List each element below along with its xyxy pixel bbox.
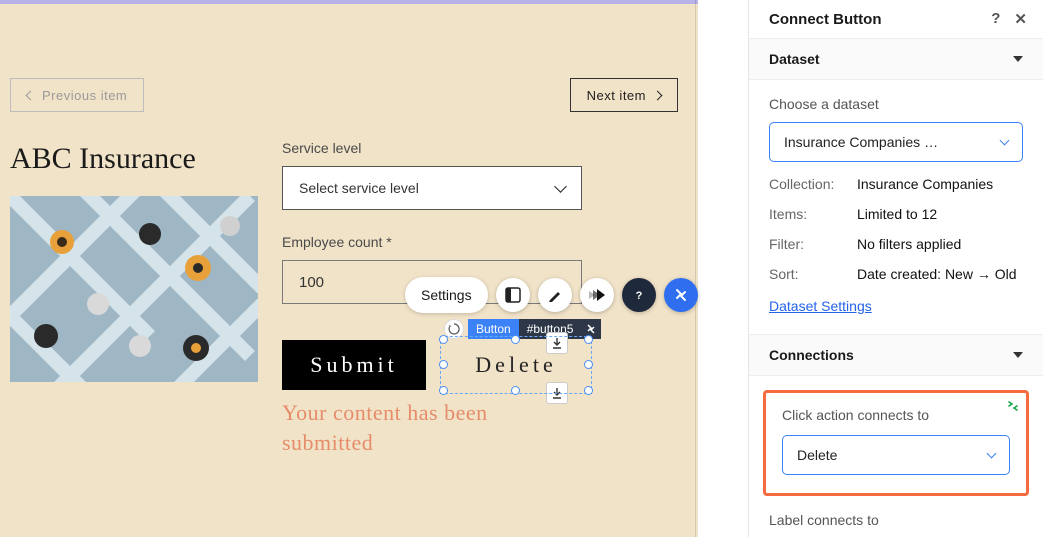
- previous-item-button[interactable]: Previous item: [10, 78, 144, 112]
- animation-icon[interactable]: [580, 278, 614, 312]
- click-action-label: Click action connects to: [782, 407, 1010, 423]
- help-icon[interactable]: ?: [622, 278, 656, 312]
- chevron-down-icon: [987, 448, 997, 458]
- resize-handle[interactable]: [439, 360, 448, 369]
- next-item-button[interactable]: Next item: [570, 78, 678, 112]
- choose-dataset-label: Choose a dataset: [769, 96, 1023, 112]
- service-level-placeholder: Select service level: [299, 180, 419, 196]
- connections-section-toggle[interactable]: Connections: [749, 335, 1043, 376]
- delete-button[interactable]: Delete: [444, 340, 588, 390]
- chevron-down-icon: [1013, 56, 1023, 62]
- resize-handle[interactable]: [584, 360, 593, 369]
- chevron-down-icon: [1013, 352, 1023, 358]
- close-icon[interactable]: ✕: [1014, 10, 1027, 28]
- label-connects-label: Label connects to: [769, 512, 1023, 528]
- submission-status-text: Your content has been submitted: [282, 398, 488, 457]
- next-item-label: Next item: [587, 88, 646, 103]
- chevron-left-icon: [26, 90, 36, 100]
- dataset-kv-items: Items: Limited to 12: [769, 206, 1023, 222]
- delete-button-selected[interactable]: Delete: [444, 340, 588, 390]
- employee-count-label: Employee count *: [282, 234, 582, 250]
- dataset-section-toggle[interactable]: Dataset: [749, 39, 1043, 80]
- resize-handle[interactable]: [439, 386, 448, 395]
- dataset-kv-sort: Sort: Date created: New → Old: [769, 266, 1023, 282]
- help-icon[interactable]: ?: [991, 10, 1000, 28]
- connect-panel: Connect Button ? ✕ Dataset Choose a data…: [748, 0, 1043, 537]
- hero-image: [10, 196, 258, 382]
- resize-handle[interactable]: [511, 335, 520, 344]
- selected-element-tag: Button #button5: [444, 319, 601, 339]
- design-icon[interactable]: [538, 278, 572, 312]
- settings-button[interactable]: Settings: [405, 277, 488, 313]
- chevron-down-icon: [554, 180, 567, 193]
- click-action-highlight: Click action connects to Delete: [763, 390, 1029, 496]
- dataset-kv-collection: Collection: Insurance Companies: [769, 176, 1023, 192]
- click-action-select[interactable]: Delete: [782, 435, 1010, 475]
- dataset-settings-link[interactable]: Dataset Settings: [769, 298, 872, 314]
- chevron-down-icon: [1000, 135, 1010, 145]
- resize-handle[interactable]: [439, 335, 448, 344]
- submit-button[interactable]: Submit: [282, 340, 426, 390]
- resize-handle[interactable]: [584, 335, 593, 344]
- panel-title: Connect Button: [769, 11, 881, 28]
- dataset-kv-filter: Filter: No filters applied: [769, 236, 1023, 252]
- service-level-label: Service level: [282, 140, 582, 156]
- element-action-toolbar: Settings ?: [405, 277, 698, 313]
- layout-icon[interactable]: [496, 278, 530, 312]
- service-level-select[interactable]: Select service level: [282, 166, 582, 210]
- page-title: ABC Insurance: [10, 142, 196, 176]
- sync-icon: [1006, 399, 1020, 416]
- previous-item-label: Previous item: [42, 88, 127, 103]
- resize-handle[interactable]: [511, 386, 520, 395]
- chevron-right-icon: [653, 90, 663, 100]
- svg-text:?: ?: [635, 290, 642, 302]
- data-link-icon[interactable]: [664, 278, 698, 312]
- dataset-select[interactable]: Insurance Companies …: [769, 122, 1023, 162]
- resize-handle[interactable]: [584, 386, 593, 395]
